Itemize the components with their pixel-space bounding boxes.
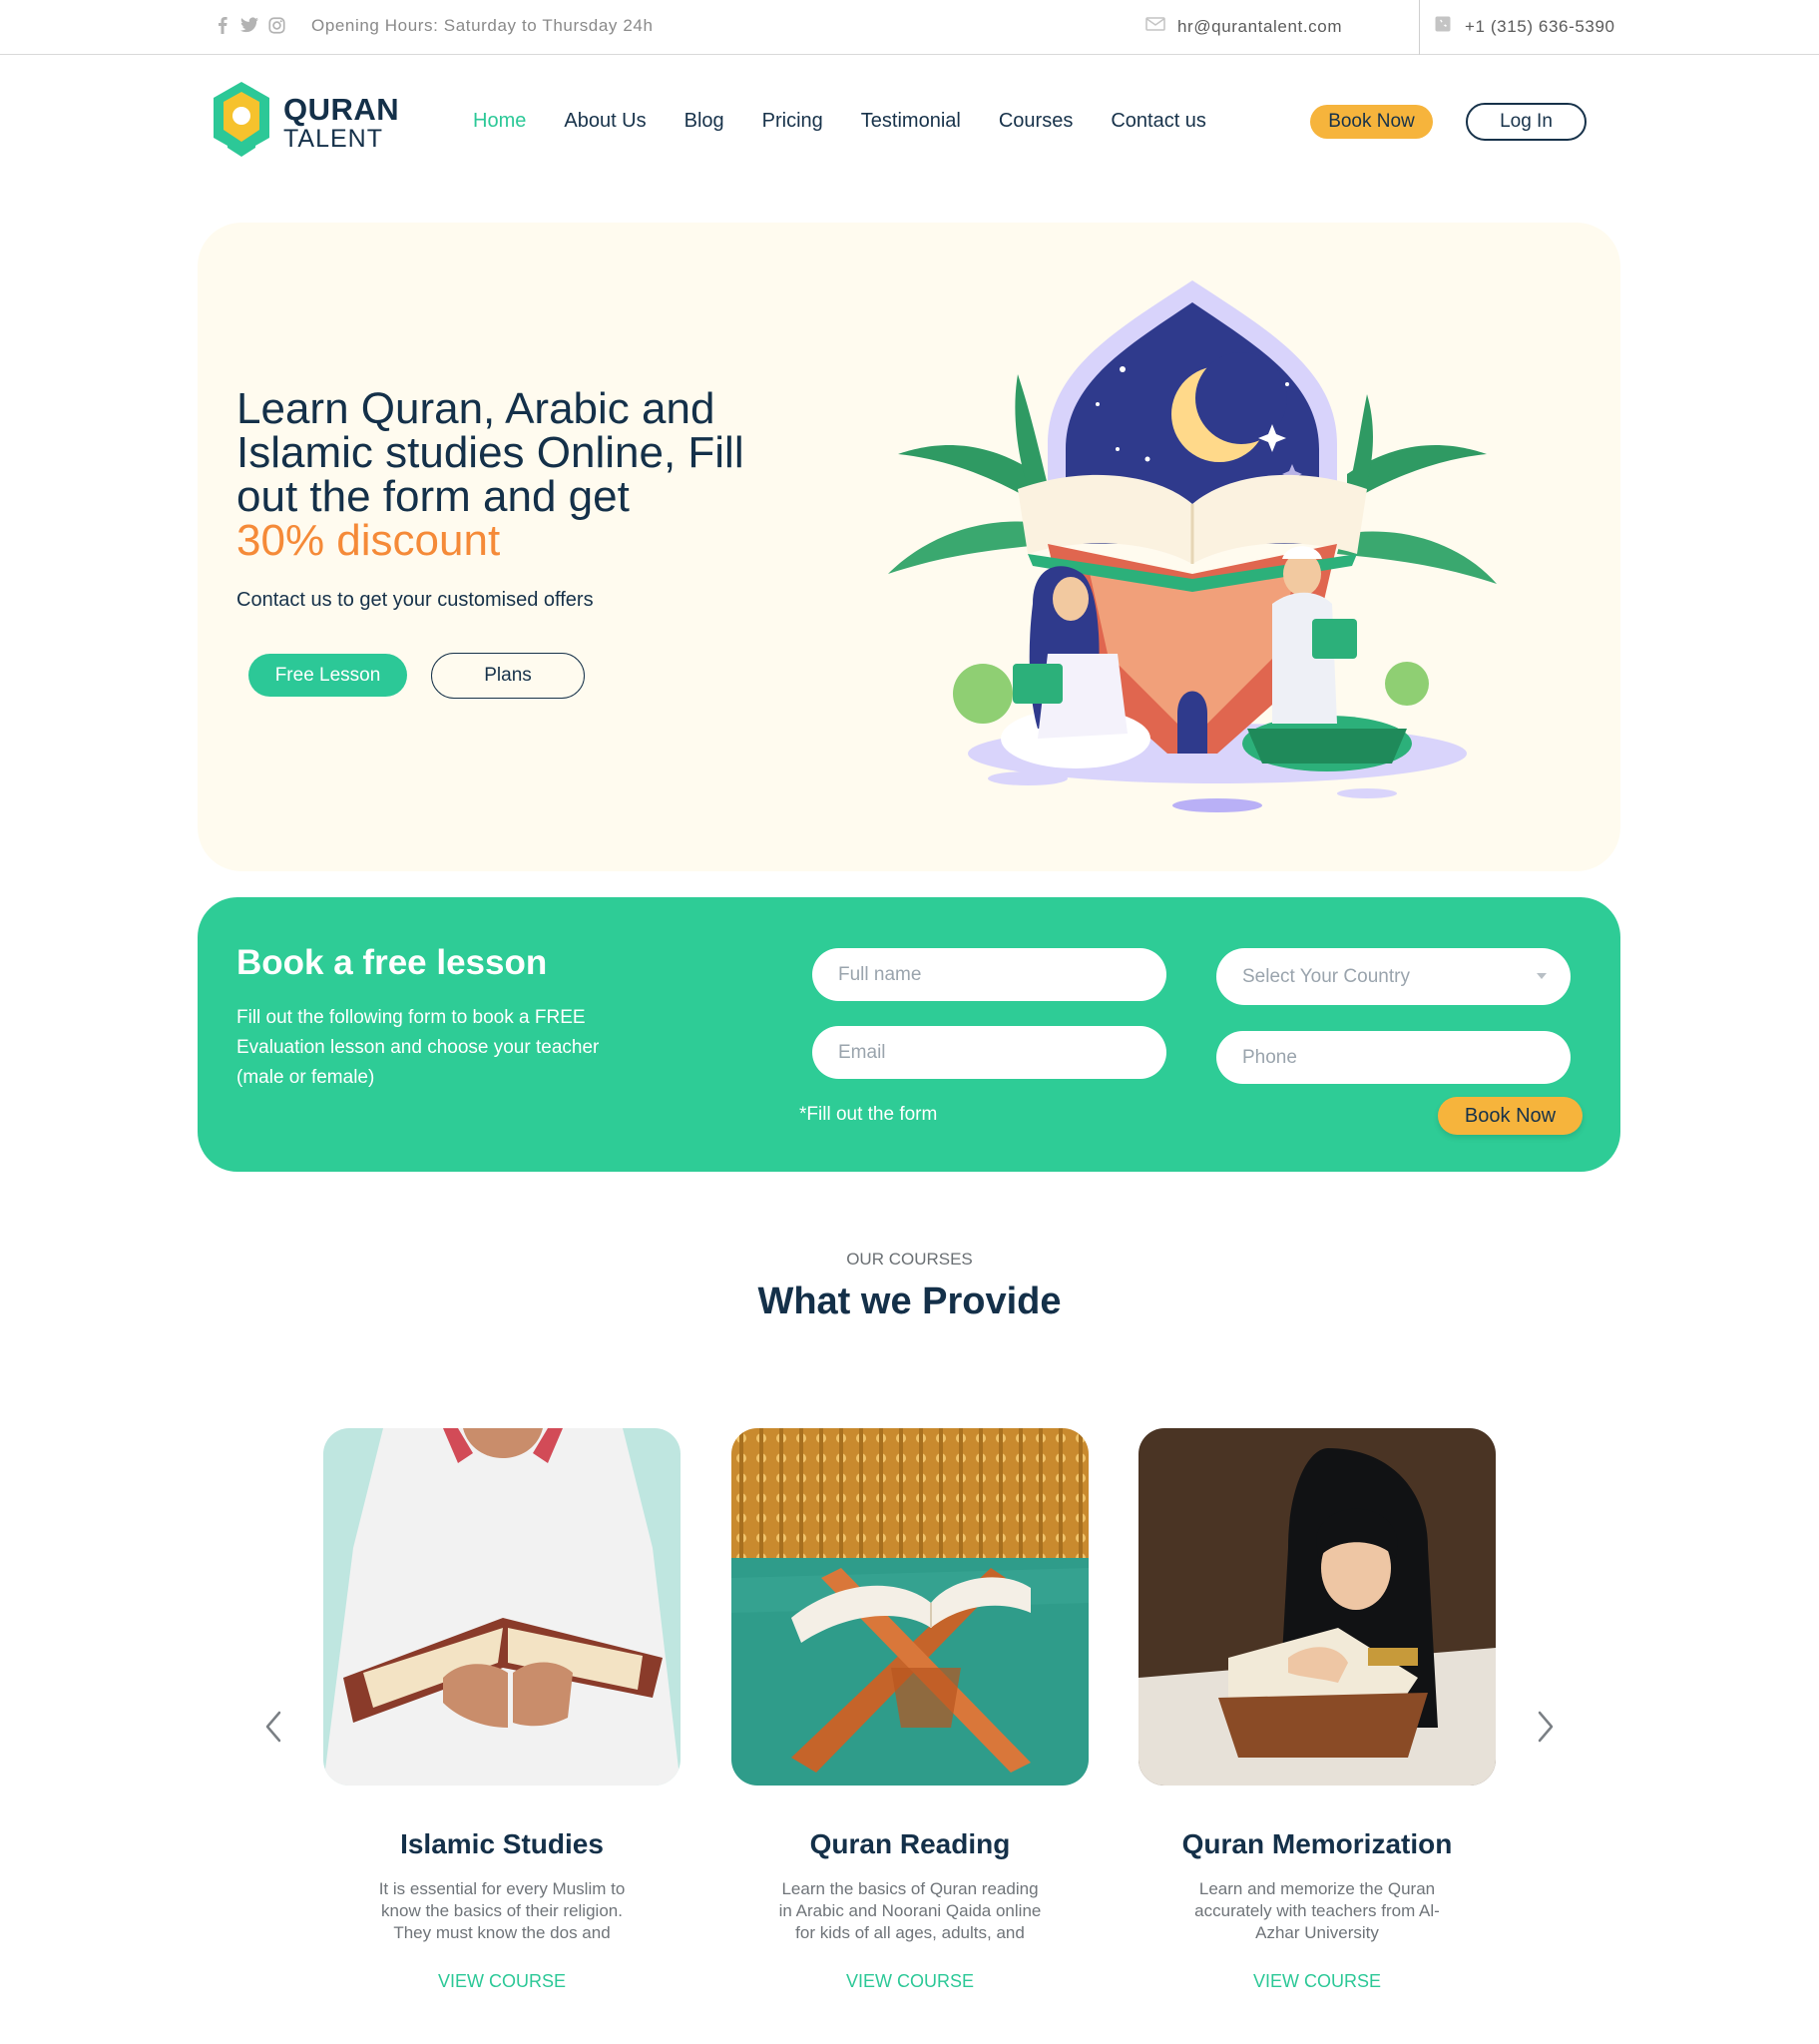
booking-description: Fill out the following form to book a FR… xyxy=(236,1007,600,1088)
mail-icon xyxy=(1145,16,1165,37)
course-card[interactable]: Islamic Studies It is essential for ever… xyxy=(323,1428,681,1991)
brand-logo[interactable]: QURAN TALENT xyxy=(212,80,399,165)
courses-eyebrow: OUR COURSES xyxy=(846,1250,973,1269)
login-button[interactable]: Log In xyxy=(1466,103,1587,141)
view-course-link[interactable]: VIEW COURSE xyxy=(1138,1971,1496,1992)
hero-title: Learn Quran, Arabic and Islamic studies … xyxy=(236,387,795,563)
full-name-placeholder: Full name xyxy=(838,963,922,985)
booking-submit-button[interactable]: Book Now xyxy=(1438,1097,1583,1135)
email-field[interactable]: Email xyxy=(812,1026,1166,1079)
view-course-link[interactable]: VIEW COURSE xyxy=(731,1971,1089,1992)
course-description: Learn and memorize the Quran accurately … xyxy=(1194,1879,1440,1942)
opening-hours: Opening Hours: Saturday to Thursday 24h xyxy=(311,16,654,35)
course-description: Learn the basics of Quran reading in Ara… xyxy=(778,1879,1042,1942)
carousel-next-icon[interactable] xyxy=(1535,1710,1557,1744)
chevron-down-icon xyxy=(1537,973,1547,979)
course-title: Quran Reading xyxy=(809,1828,1011,1859)
course-image-quran-memorization[interactable] xyxy=(1138,1428,1496,1786)
phone-placeholder: Phone xyxy=(1242,1046,1297,1068)
nav-contact-us[interactable]: Contact us xyxy=(1111,110,1206,133)
email-text: hr@qurantalent.com xyxy=(1177,16,1343,36)
social-links xyxy=(214,15,285,35)
email-placeholder: Email xyxy=(838,1041,886,1063)
course-card[interactable]: Quran Memorization Learn and memorize th… xyxy=(1138,1428,1496,1991)
nav-courses[interactable]: Courses xyxy=(999,110,1073,133)
hero-title-main: Learn Quran, Arabic and Islamic studies … xyxy=(236,384,744,521)
booking-title: Book a free lesson xyxy=(236,943,548,982)
logo-mark-icon xyxy=(212,80,271,165)
nav-about-us[interactable]: About Us xyxy=(564,110,646,133)
course-title: Islamic Studies xyxy=(400,1828,604,1859)
plans-button[interactable]: Plans xyxy=(431,653,585,699)
form-note: *Fill out the form xyxy=(799,1104,938,1125)
view-course-link[interactable]: VIEW COURSE xyxy=(323,1971,681,1992)
phone-icon xyxy=(1435,16,1451,37)
course-image-islamic-studies[interactable] xyxy=(323,1428,681,1786)
full-name-field[interactable]: Full name xyxy=(812,948,1166,1001)
free-lesson-button[interactable]: Free Lesson xyxy=(248,654,407,697)
main-nav: Home About Us Blog Pricing Testimonial C… xyxy=(473,110,1206,133)
nav-blog[interactable]: Blog xyxy=(684,110,724,133)
phone-text: +1 (315) 636-5390 xyxy=(1465,16,1615,36)
top-bar: Opening Hours: Saturday to Thursday 24h … xyxy=(0,0,1819,55)
hero-subtitle: Contact us to get your customised offers xyxy=(236,589,594,611)
brand-line2: TALENT xyxy=(283,124,383,153)
instagram-icon[interactable] xyxy=(267,15,285,35)
country-select[interactable]: Select Your Country xyxy=(1216,948,1571,1005)
brand-wordmark: QURAN TALENT xyxy=(283,94,399,152)
hero-title-accent: 30% discount xyxy=(236,516,501,565)
phone-field[interactable]: Phone xyxy=(1216,1031,1571,1084)
nav-pricing[interactable]: Pricing xyxy=(762,110,823,133)
brand-line1: QURAN xyxy=(283,91,400,127)
country-placeholder: Select Your Country xyxy=(1242,965,1410,987)
carousel-prev-icon[interactable] xyxy=(262,1710,284,1744)
contact-phone[interactable]: +1 (315) 636-5390 xyxy=(1435,16,1615,37)
nav-home[interactable]: Home xyxy=(473,110,526,133)
course-description: It is essential for every Muslim to know… xyxy=(378,1879,626,1942)
twitter-icon[interactable] xyxy=(240,15,258,35)
nav-testimonial[interactable]: Testimonial xyxy=(861,110,961,133)
course-card[interactable]: Quran Reading Learn the basics of Quran … xyxy=(731,1428,1089,1991)
topbar-divider xyxy=(1419,0,1420,55)
book-now-button[interactable]: Book Now xyxy=(1310,105,1433,139)
course-title: Quran Memorization xyxy=(1181,1828,1453,1859)
facebook-icon[interactable] xyxy=(214,15,231,35)
hero-illustration xyxy=(888,274,1497,828)
contact-email[interactable]: hr@qurantalent.com xyxy=(1145,16,1342,37)
courses-title: What we Provide xyxy=(757,1280,1062,1322)
course-image-quran-reading[interactable] xyxy=(731,1428,1089,1786)
